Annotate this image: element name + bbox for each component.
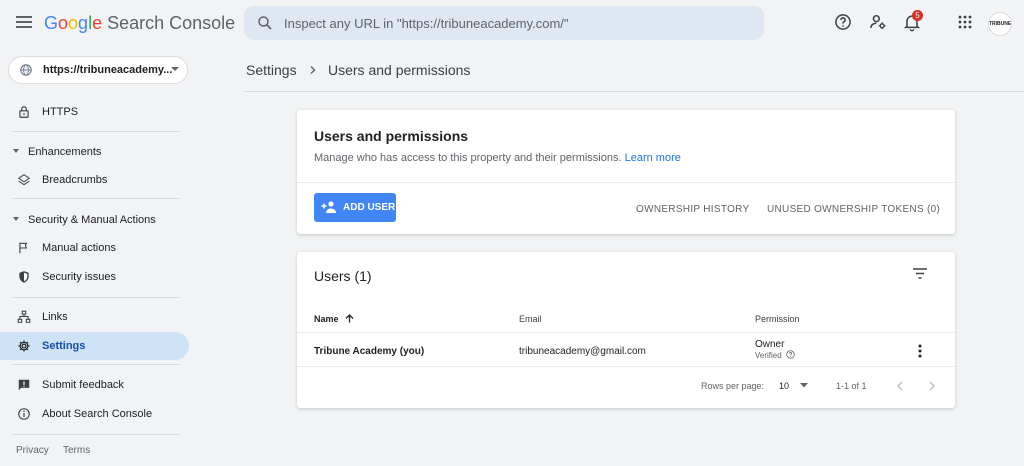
help-icon[interactable] [786, 350, 795, 359]
sort-ascending-icon [345, 314, 354, 323]
unused-ownership-tokens-button[interactable]: UNUSED OWNERSHIP TOKENS (0) [767, 204, 940, 215]
row-divider [297, 366, 955, 367]
ownership-history-button[interactable]: OWNERSHIP HISTORY [636, 204, 749, 215]
next-page-icon[interactable] [928, 381, 936, 391]
chevron-right-icon [310, 66, 316, 74]
logo[interactable]: Google Search Console [44, 13, 235, 34]
sidebar-item-manual-actions[interactable]: Manual actions [0, 234, 189, 262]
rows-per-page-label: Rows per page: [701, 381, 765, 391]
menu-icon[interactable] [16, 16, 32, 28]
sidebar-divider [12, 364, 180, 365]
avatar[interactable]: TRIBUNE [988, 12, 1012, 36]
gear-icon [18, 340, 30, 352]
manage-users-icon[interactable] [868, 12, 888, 32]
sidebar-divider [12, 198, 180, 199]
notification-badge: 5 [912, 10, 923, 21]
sidebar-item-links[interactable]: Links [0, 303, 189, 331]
shield-icon [19, 271, 29, 283]
card-title: Users and permissions [314, 128, 469, 144]
user-name: Tribune Academy (you) [314, 346, 425, 357]
feedback-icon [18, 379, 30, 391]
layers-icon [17, 174, 31, 186]
column-header-name[interactable]: Name [314, 314, 354, 324]
help-icon[interactable] [833, 12, 853, 32]
links-icon [17, 310, 31, 323]
previous-page-icon[interactable] [896, 381, 904, 391]
property-url: https://tribuneacademy... [43, 64, 173, 76]
sidebar-item-https[interactable]: HTTPS [0, 98, 189, 126]
collapse-icon [13, 217, 19, 221]
page-title: Users and permissions [328, 62, 471, 78]
chevron-down-icon [171, 67, 179, 71]
sidebar-item-security-issues[interactable]: Security issues [0, 263, 189, 291]
pagination-range: 1-1 of 1 [836, 381, 867, 391]
person-add-icon [321, 201, 336, 213]
users-count-title: Users (1) [314, 268, 372, 284]
rows-per-page-select[interactable]: 10 [779, 381, 808, 391]
column-header-email: Email [519, 314, 542, 324]
users-card: Users (1) Name Email Permission Tribune … [297, 252, 955, 408]
property-selector[interactable]: https://tribuneacademy... [8, 56, 188, 84]
breadcrumb-divider [244, 91, 1024, 92]
search-input[interactable] [284, 6, 754, 40]
breadcrumb-settings[interactable]: Settings [246, 62, 297, 78]
user-email: tribuneacademy@gmail.com [519, 346, 646, 357]
info-icon [18, 408, 30, 420]
sidebar-item-submit-feedback[interactable]: Submit feedback [0, 371, 189, 399]
sidebar-item-breadcrumbs[interactable]: Breadcrumbs [0, 166, 189, 194]
collapse-icon [13, 149, 19, 153]
more-options-icon[interactable] [917, 344, 923, 358]
lock-icon [19, 106, 29, 118]
product-name: Search Console [107, 13, 236, 33]
sidebar-divider [12, 131, 180, 132]
filter-icon[interactable] [913, 268, 927, 279]
row-divider [297, 332, 955, 333]
verified-status: Verified [755, 350, 795, 360]
learn-more-link[interactable]: Learn more [625, 152, 681, 164]
add-user-button[interactable]: ADD USER [314, 193, 396, 222]
column-header-permission: Permission [755, 314, 800, 324]
privacy-link[interactable]: Privacy [16, 445, 49, 456]
apps-grid-icon[interactable] [955, 12, 975, 32]
section-security-manual-actions[interactable]: Security & Manual Actions [0, 208, 189, 232]
sidebar-item-about[interactable]: About Search Console [0, 400, 189, 428]
card-description: Manage who has access to this property a… [314, 152, 681, 164]
card-divider [297, 182, 955, 183]
terms-link[interactable]: Terms [63, 445, 90, 456]
permissions-card: Users and permissions Manage who has acc… [297, 110, 955, 234]
globe-icon [20, 64, 32, 76]
top-bar: GoogleSearch Console 5 TRIBUNE [0, 0, 1024, 48]
sidebar-divider [12, 434, 180, 435]
sidebar-item-settings[interactable]: Settings [0, 332, 189, 360]
dropdown-arrow-icon [799, 383, 808, 388]
user-permission: Owner [755, 339, 785, 350]
search-icon[interactable] [256, 14, 274, 32]
sidebar-divider [12, 297, 180, 298]
url-inspection-search [244, 6, 764, 40]
section-enhancements[interactable]: Enhancements [0, 140, 189, 164]
flag-icon [19, 242, 28, 254]
